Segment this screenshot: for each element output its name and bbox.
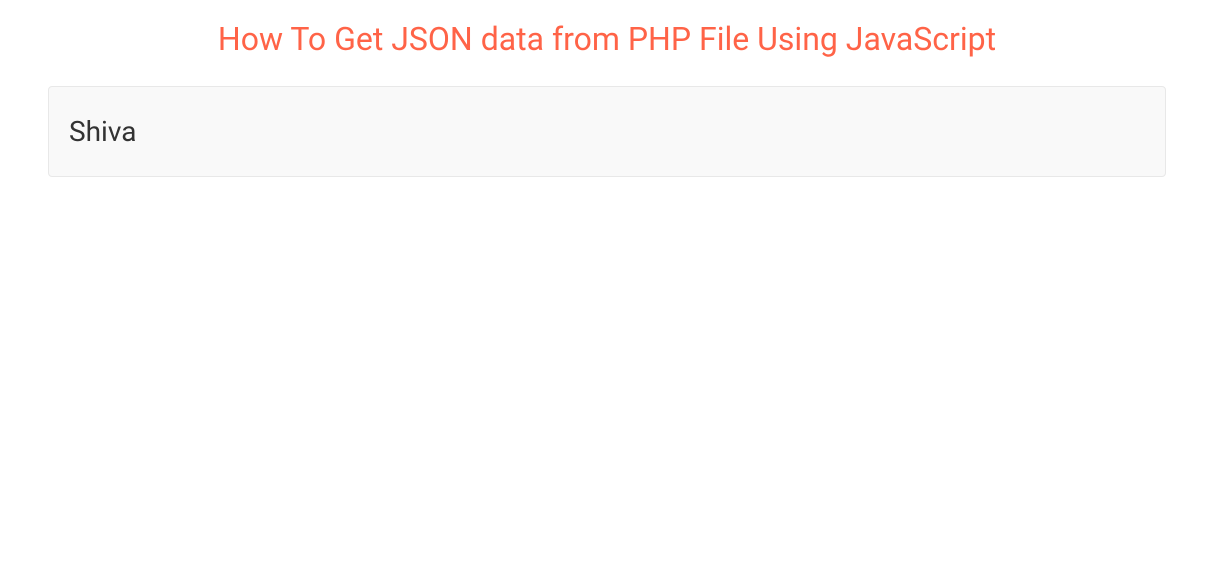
output-value: Shiva (69, 115, 136, 148)
page-title: How To Get JSON data from PHP File Using… (48, 20, 1166, 58)
output-box: Shiva (48, 86, 1166, 177)
page-container: How To Get JSON data from PHP File Using… (0, 0, 1214, 189)
